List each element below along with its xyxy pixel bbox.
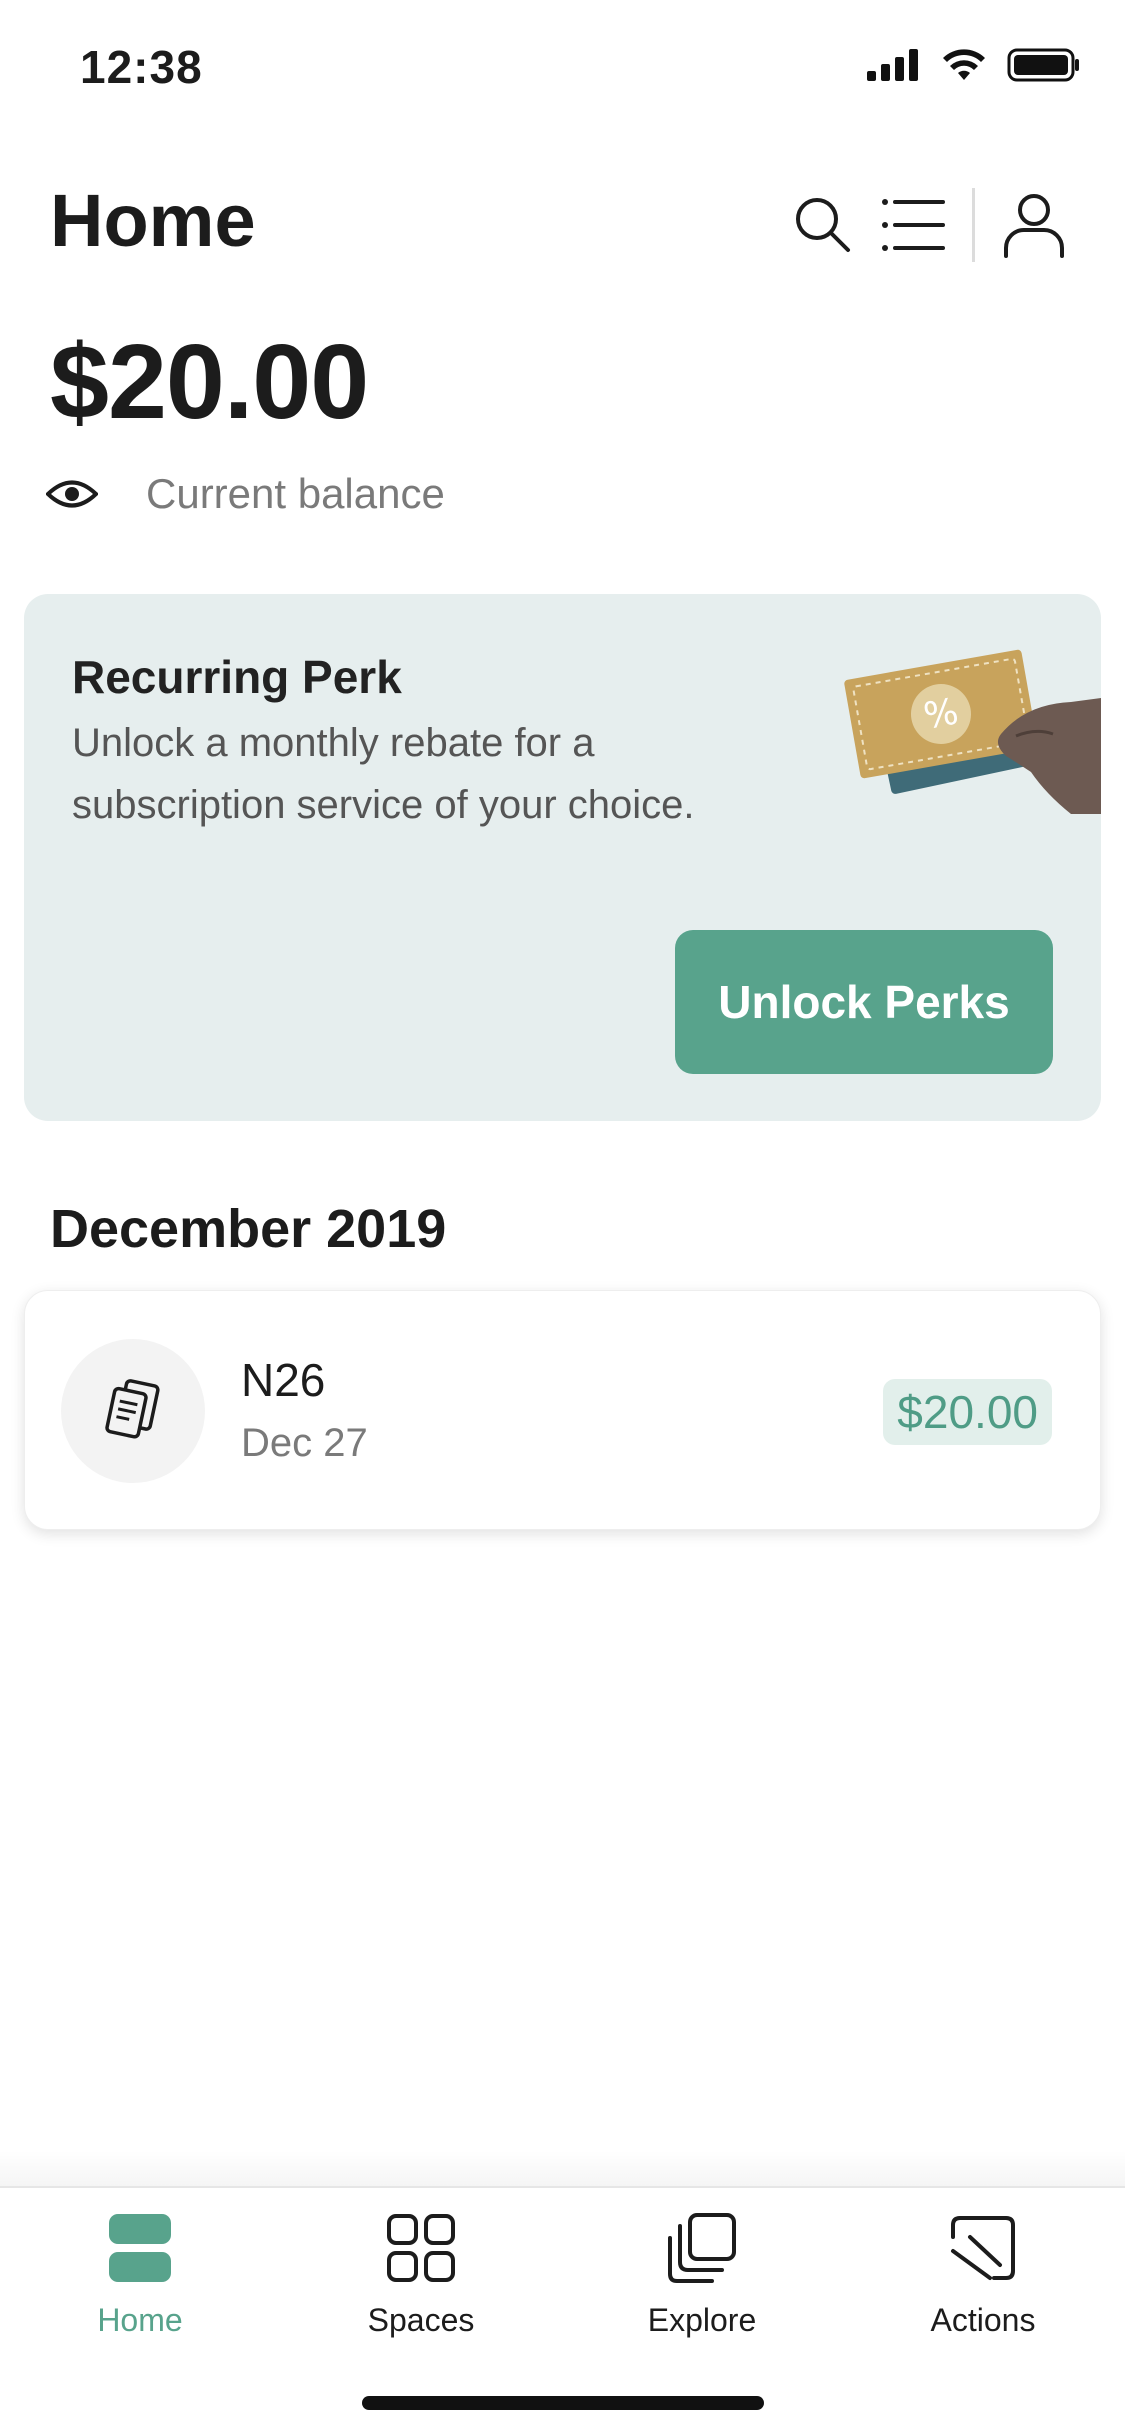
perk-card: Recurring Perk Unlock a monthly rebate f… xyxy=(24,594,1101,1121)
nav-shadow xyxy=(0,2150,1125,2186)
status-icons xyxy=(867,48,1081,82)
wifi-icon xyxy=(943,49,985,80)
list-button[interactable] xyxy=(868,185,958,265)
unlock-perks-button[interactable]: Unlock Perks xyxy=(675,930,1053,1074)
actions-icon xyxy=(951,2216,1015,2280)
status-bar: 12:38 xyxy=(0,0,1125,132)
eye-icon[interactable] xyxy=(46,477,98,511)
nav-label-explore: Explore xyxy=(647,2302,757,2338)
explore-icon xyxy=(668,2213,736,2283)
home-screen: 12:38 Home $20.00 Current balance Recurr… xyxy=(0,0,1125,2436)
profile-button[interactable] xyxy=(989,185,1079,265)
search-icon xyxy=(796,198,850,252)
header-actions xyxy=(778,185,1079,265)
battery-icon xyxy=(1007,48,1079,82)
nav-item-spaces[interactable]: Spaces xyxy=(321,2208,521,2339)
perk-description: Unlock a monthly rebate for a subscripti… xyxy=(72,721,695,827)
transaction-date: Dec 27 xyxy=(241,1421,368,1465)
transaction-name: N26 xyxy=(241,1354,326,1406)
nav-item-actions[interactable]: Actions xyxy=(883,2208,1083,2339)
signal-icon xyxy=(867,49,918,81)
search-button[interactable] xyxy=(778,185,868,265)
balance-visibility-toggle[interactable]: Current balance xyxy=(46,470,445,518)
header-divider xyxy=(972,188,975,262)
transaction-row[interactable]: N26 Dec 27 $20.00 xyxy=(24,1290,1101,1530)
nav-label-spaces: Spaces xyxy=(367,2302,475,2338)
perk-coupon-illustration: % xyxy=(844,649,1101,814)
profile-icon xyxy=(1004,194,1064,258)
svg-text:%: % xyxy=(921,691,962,737)
nav-item-explore[interactable]: Explore xyxy=(602,2208,802,2339)
perk-title: Recurring Perk xyxy=(72,651,402,703)
balance-amount: $20.00 xyxy=(50,323,369,441)
nav-label-home: Home xyxy=(97,2302,183,2338)
month-heading: December 2019 xyxy=(50,1199,447,1259)
status-time: 12:38 xyxy=(80,41,203,93)
transaction-amount: $20.00 xyxy=(883,1379,1052,1445)
home-indicator[interactable] xyxy=(362,2396,764,2410)
transaction-avatar xyxy=(61,1339,205,1483)
page-title: Home xyxy=(50,179,256,262)
nav-item-home[interactable]: Home xyxy=(40,2208,240,2339)
list-icon xyxy=(882,199,945,251)
balance-label: Current balance xyxy=(146,470,445,517)
spaces-icon xyxy=(387,2214,455,2282)
document-icon xyxy=(105,1379,160,1439)
home-icon xyxy=(109,2214,171,2282)
nav-label-actions: Actions xyxy=(930,2302,1036,2338)
